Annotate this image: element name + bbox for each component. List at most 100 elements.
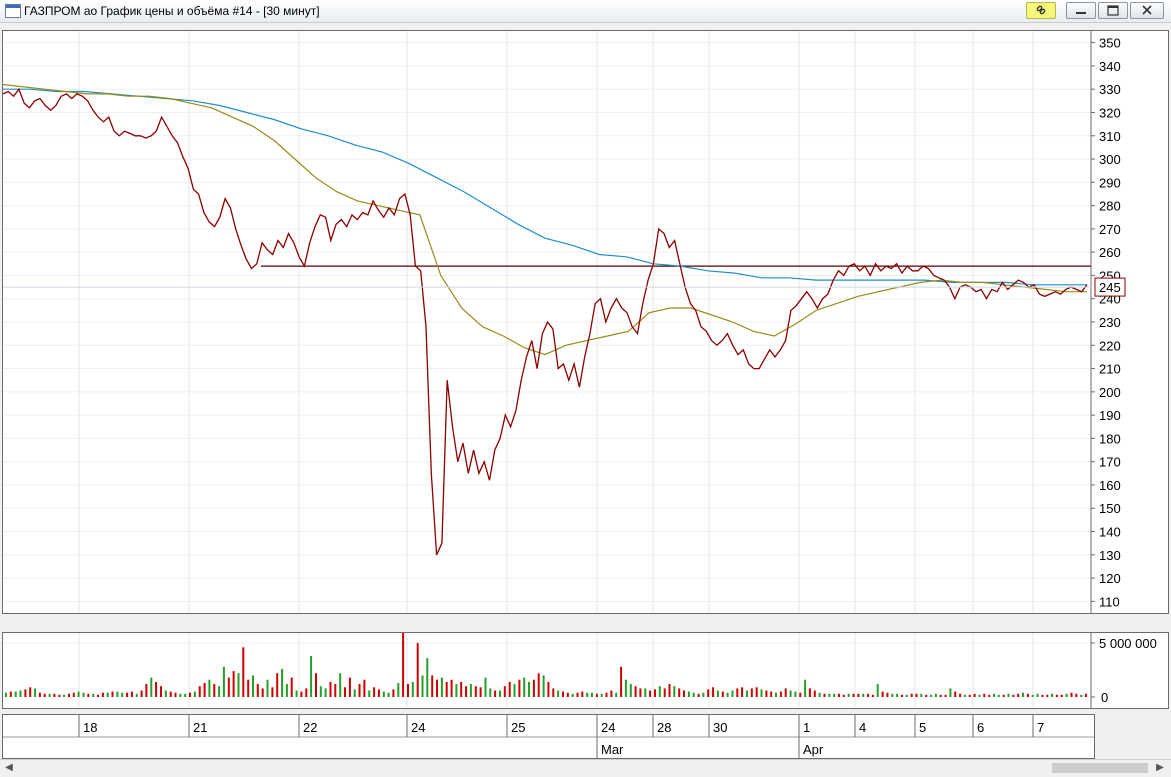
- volume-bar: [988, 694, 991, 697]
- price-tick-label: 340: [1099, 59, 1121, 74]
- volume-bar: [760, 689, 763, 697]
- scroll-left-icon[interactable]: ◀: [2, 761, 16, 775]
- volume-bar: [750, 688, 753, 697]
- volume-bar: [38, 692, 41, 697]
- volume-tick-label: 0: [1101, 690, 1108, 705]
- month-label: Apr: [803, 742, 824, 757]
- volume-bar: [126, 692, 129, 697]
- volume-bar: [707, 689, 710, 697]
- volume-bar: [324, 688, 327, 697]
- volume-bar: [891, 693, 894, 697]
- volume-bar: [334, 684, 337, 697]
- volume-bar: [557, 690, 560, 697]
- volume-bar: [363, 679, 366, 697]
- volume-bar: [276, 673, 279, 697]
- price-tick-label: 170: [1099, 455, 1121, 470]
- volume-bar: [1075, 693, 1078, 697]
- volume-bar: [213, 684, 216, 697]
- volume-bar: [528, 681, 530, 697]
- link-icon[interactable]: [1026, 2, 1056, 19]
- volume-bar: [1080, 694, 1083, 697]
- price-chart-panel[interactable]: 350 340 330 320 310 300 290 280 270 260 250 240 230 2…: [2, 30, 1169, 614]
- volume-bar: [344, 687, 346, 697]
- volume-bar: [203, 683, 206, 697]
- volume-bar: [591, 692, 593, 697]
- volume-bar: [416, 643, 419, 697]
- volume-bar: [1085, 693, 1087, 697]
- volume-bar: [285, 684, 288, 697]
- volume-bar: [925, 694, 928, 697]
- month-label: Mar: [601, 742, 624, 757]
- price-tick-label: 310: [1099, 129, 1121, 144]
- price-tick-label: 130: [1099, 548, 1121, 563]
- volume-bar: [266, 679, 269, 697]
- volume-bar: [644, 688, 647, 697]
- chart-window-icon: [5, 4, 21, 18]
- volume-bar: [901, 694, 903, 697]
- price-tick-label: 200: [1099, 385, 1121, 400]
- volume-bar: [5, 692, 7, 697]
- volume-bar: [155, 681, 158, 697]
- volume-bar: [765, 690, 768, 697]
- volume-bar: [610, 690, 613, 697]
- volume-bar: [368, 690, 371, 697]
- volume-bar: [111, 691, 114, 697]
- volume-chart-panel[interactable]: 5 000 000 0: [2, 632, 1169, 709]
- last-price-label: 245: [1099, 280, 1121, 295]
- volume-bar: [353, 689, 356, 697]
- volume-bar: [973, 693, 976, 697]
- volume-bar: [692, 692, 695, 697]
- volume-bar: [72, 692, 75, 697]
- volume-bar: [654, 689, 656, 697]
- volume-bar: [174, 692, 177, 697]
- moving-average-long-line: [3, 88, 1087, 286]
- volume-bar: [63, 694, 66, 697]
- volume-bar: [639, 688, 642, 697]
- volume-bar: [823, 693, 826, 697]
- volume-bar: [600, 693, 603, 697]
- price-tick-label: 150: [1099, 501, 1121, 516]
- volume-bar: [377, 689, 380, 697]
- price-tick-label: 230: [1099, 315, 1121, 330]
- price-tick-label: 160: [1099, 478, 1121, 493]
- volume-bar: [697, 693, 700, 697]
- scroll-right-icon[interactable]: ▶: [1153, 761, 1167, 775]
- volume-bar: [736, 688, 739, 697]
- volume-bar: [189, 692, 191, 697]
- volume-bar: [82, 692, 85, 697]
- volume-bar: [852, 693, 855, 697]
- close-icon[interactable]: [1130, 2, 1164, 19]
- volume-bar: [295, 690, 298, 697]
- volume-bar: [518, 679, 521, 697]
- volume-bar: [983, 693, 986, 697]
- volume-bar: [392, 689, 395, 697]
- volume-bar: [997, 694, 1000, 697]
- volume-bar: [455, 684, 458, 697]
- volume-bar: [232, 671, 235, 697]
- volume-bar: [683, 690, 685, 697]
- volume-bar: [179, 693, 182, 697]
- price-tick-label: 180: [1099, 431, 1121, 446]
- scroll-thumb[interactable]: [1052, 763, 1148, 773]
- volume-bar: [629, 684, 632, 697]
- time-axis: 18 21 22 24 25 24 28 30 1 4 5 6 7 Mar Apr: [3, 715, 1094, 758]
- volume-bar: [407, 684, 409, 697]
- volume-bar: [97, 694, 99, 697]
- price-tick-label: 120: [1099, 571, 1121, 586]
- volume-bar: [726, 692, 729, 697]
- volume-bar: [329, 681, 332, 697]
- time-tick-label: 25: [511, 720, 525, 735]
- volume-bar: [460, 681, 463, 697]
- volume-bar: [242, 647, 245, 697]
- volume-bar: [397, 683, 400, 697]
- time-tick-label: 6: [977, 720, 984, 735]
- maximize-icon[interactable]: [1098, 2, 1128, 19]
- time-tick-label: 18: [83, 720, 97, 735]
- volume-bar: [959, 693, 962, 697]
- volume-bar: [1055, 694, 1058, 697]
- horizontal-scrollbar[interactable]: ◀ ▶: [0, 759, 1171, 776]
- time-axis-panel[interactable]: 18 21 22 24 25 24 28 30 1 4 5 6 7 Mar Apr: [2, 714, 1095, 759]
- volume-bar: [198, 686, 201, 697]
- volume-bar: [494, 690, 497, 697]
- minimize-icon[interactable]: [1066, 2, 1096, 19]
